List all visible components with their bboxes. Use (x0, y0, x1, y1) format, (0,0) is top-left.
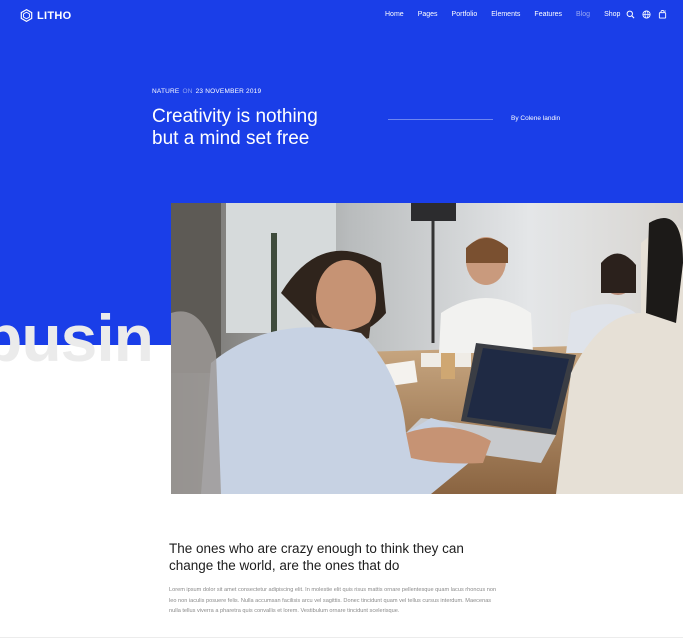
logo-hexagon-icon (20, 9, 33, 22)
post-title: Creativity is nothing but a mind set fre… (152, 106, 392, 150)
meeting-photo-illustration (171, 203, 683, 494)
post-title-line1: Creativity is nothing (152, 106, 318, 127)
header-tools: 0 (626, 10, 667, 19)
post-meta-on: ON (182, 88, 193, 95)
post-meta: NATURE ON 23 NOVEMBER 2019 (152, 88, 261, 95)
article-heading: The ones who are crazy enough to think t… (169, 541, 464, 573)
nav-pages[interactable]: Pages (418, 11, 438, 18)
cart-count: 0 (664, 10, 666, 13)
site-logo[interactable]: LITHO (20, 9, 72, 22)
globe-icon[interactable] (642, 10, 651, 19)
post-title-line2: but a mind set free (152, 128, 310, 149)
logo-text: LITHO (37, 9, 72, 22)
post-category[interactable]: NATURE (152, 88, 179, 95)
nav-portfolio[interactable]: Portfolio (452, 11, 478, 18)
nav-elements[interactable]: Elements (491, 11, 520, 18)
post-date: 23 NOVEMBER 2019 (195, 88, 262, 95)
background-word: busin (0, 301, 154, 375)
title-divider (388, 119, 493, 120)
nav-shop[interactable]: Shop (604, 11, 620, 18)
nav-features[interactable]: Features (534, 11, 562, 18)
nav-home[interactable]: Home (385, 11, 404, 18)
post-author[interactable]: By Colene landin (511, 115, 560, 122)
search-icon[interactable] (626, 10, 635, 19)
article-body: Lorem ipsum dolor sit amet consectetur a… (169, 587, 497, 614)
main-nav: Home Pages Portfolio Elements Features B… (385, 11, 634, 18)
section-divider (0, 637, 683, 638)
cart-icon[interactable]: 0 (658, 10, 667, 19)
featured-photo (171, 203, 683, 494)
nav-blog[interactable]: Blog (576, 11, 590, 18)
